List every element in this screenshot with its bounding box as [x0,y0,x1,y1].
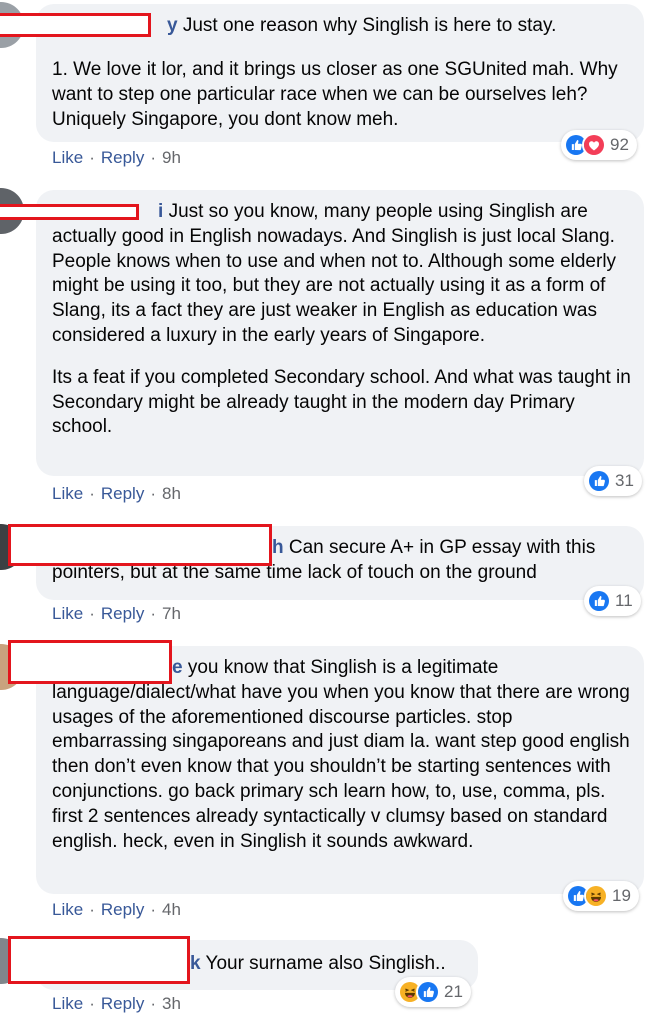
reaction-summary[interactable]: 19 [563,881,639,911]
redaction-box [8,640,172,684]
reply-button[interactable]: Reply [101,900,144,919]
reaction-count: 11 [615,591,633,610]
like-button[interactable]: Like [52,484,83,503]
like-button[interactable]: Like [52,900,83,919]
comment-actions: Like · Reply · 7h [52,604,181,624]
timestamp[interactable]: 3h [162,994,181,1013]
timestamp[interactable]: 9h [162,148,181,167]
reply-button[interactable]: Reply [101,604,144,623]
separator: · [150,484,156,503]
like-icon [587,469,611,493]
reaction-count: 31 [615,471,634,490]
comment-actions: Like · Reply · 9h [52,148,181,168]
reaction-summary[interactable]: 92 [561,130,637,160]
comment-bubble: i Just so you know, many people using Si… [36,190,644,476]
separator: · [150,994,156,1013]
timestamp[interactable]: 8h [162,484,181,503]
comment-text: i Just so you know, many people using Si… [52,201,617,346]
commenter-name[interactable]: i [158,201,163,222]
redaction-box [8,936,190,984]
reaction-count: 92 [610,135,629,154]
reply-button[interactable]: Reply [101,484,144,503]
commenter-name[interactable]: y [167,15,178,36]
comment-text: Its a feat if you completed Secondary sc… [52,366,631,438]
separator: · [89,484,95,503]
reply-button[interactable]: Reply [101,148,144,167]
separator: · [150,148,156,167]
separator: · [89,994,95,1013]
separator: · [89,604,95,623]
separator: · [89,900,95,919]
like-icon [416,980,440,1004]
separator: · [150,900,156,919]
timestamp[interactable]: 4h [162,900,181,919]
reaction-count: 21 [444,982,463,1001]
redaction-box [8,524,272,566]
redaction-box [0,13,151,37]
comment-text: 1. We love it lor, and it brings us clos… [52,59,618,130]
like-button[interactable]: Like [52,994,83,1013]
love-icon [582,133,606,157]
comment-actions: Like · Reply · 3h [52,994,181,1014]
timestamp[interactable]: 7h [162,604,181,623]
like-icon [587,589,611,613]
reply-button[interactable]: Reply [101,994,144,1013]
commenter-name[interactable]: e [172,657,183,678]
like-button[interactable]: Like [52,604,83,623]
separator: · [150,604,156,623]
redaction-box [0,204,139,220]
commenter-name[interactable]: k [190,953,201,974]
reaction-count: 19 [612,886,631,905]
commenter-name[interactable]: h [272,537,284,558]
comment-text: e you know that Singlish is a legitimate… [52,657,630,852]
like-button[interactable]: Like [52,148,83,167]
comment-text: y Just one reason why Singlish is here t… [167,15,557,36]
haha-icon [584,884,608,908]
comment-actions: Like · Reply · 4h [52,900,181,920]
reaction-summary[interactable]: 11 [584,586,641,616]
separator: · [89,148,95,167]
reaction-summary[interactable]: 31 [584,466,642,496]
comment-actions: Like · Reply · 8h [52,484,181,504]
reaction-summary[interactable]: 21 [395,977,471,1007]
comment-bubble-body: 1. We love it lor, and it brings us clos… [36,50,644,142]
